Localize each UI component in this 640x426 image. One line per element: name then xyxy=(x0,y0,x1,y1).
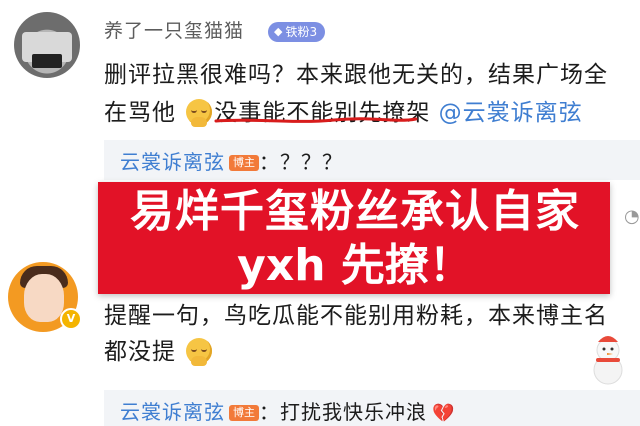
avatar[interactable] xyxy=(14,12,80,78)
comment-text: 提醒一句，鸟吃瓜能不能别用粉耗，本来博主名 都没提 xyxy=(104,303,608,366)
more-icon[interactable]: ◔ xyxy=(624,206,640,230)
username[interactable]: 养了一只玺猫猫 xyxy=(104,16,244,43)
reply-text: ：打扰我快乐冲浪 xyxy=(259,400,427,424)
facepalm-emoji-icon xyxy=(186,99,213,127)
banner-title-line2: yxh 先撩！ xyxy=(237,240,473,291)
blogger-badge: 博主 xyxy=(229,155,259,171)
fan-badge-label: 铁粉3 xyxy=(285,25,318,39)
snowman-sticker-icon xyxy=(593,336,623,385)
red-underline-annotation xyxy=(214,117,418,123)
diamond-icon: ◆ xyxy=(274,25,283,38)
mention-link[interactable]: @云裳诉离弦 xyxy=(439,100,583,126)
fan-badge: ◆ 铁粉3 xyxy=(268,22,326,42)
facepalm-emoji-icon xyxy=(186,338,213,366)
reply-author[interactable]: 云裳诉离弦 xyxy=(120,150,225,174)
reply-author[interactable]: 云裳诉离弦 xyxy=(120,400,225,424)
reply-text: ：？？？ xyxy=(259,150,343,174)
verified-icon: V xyxy=(60,308,82,330)
reply-item: 云裳诉离弦 博主 ：打扰我快乐冲浪 💔 xyxy=(104,390,640,426)
reply-item: 云裳诉离弦 博主：？？？ xyxy=(104,140,640,180)
broken-heart-icon: 💔 xyxy=(432,403,455,424)
banner-title-line1: 易烊千玺粉丝承认自家 xyxy=(130,186,580,237)
blogger-badge: 博主 xyxy=(229,405,259,421)
